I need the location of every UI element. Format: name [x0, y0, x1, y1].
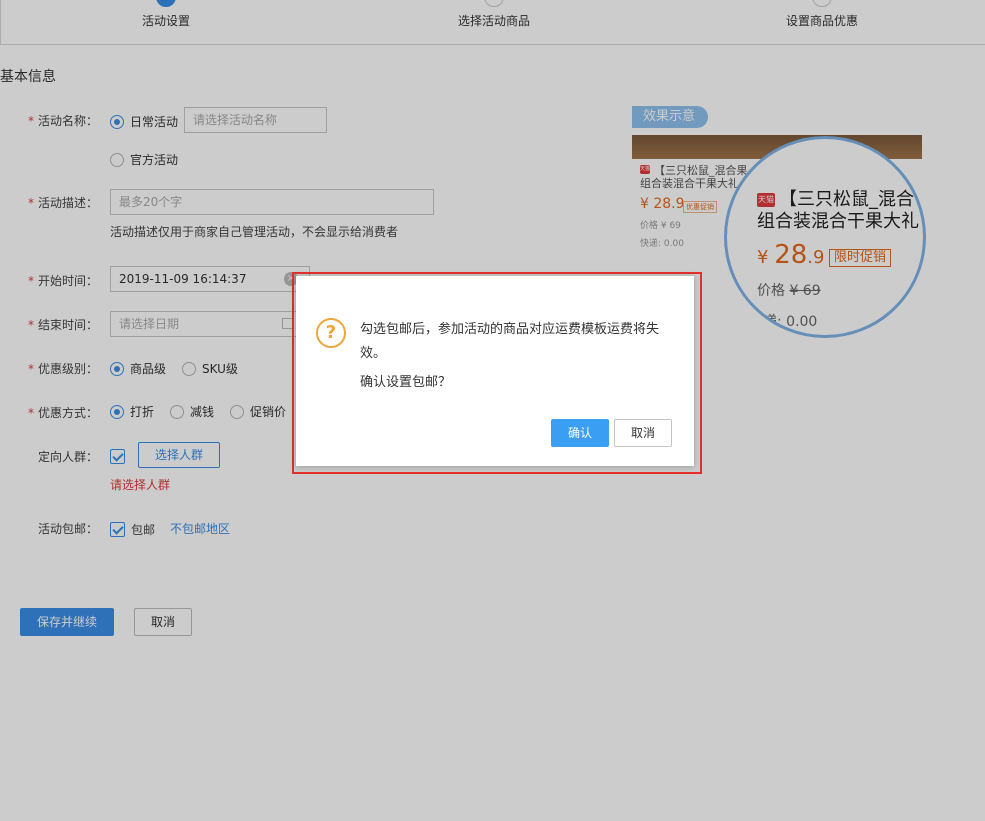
question-icon: ? [316, 318, 346, 348]
dialog-cancel-button[interactable]: 取消 [614, 419, 672, 447]
confirm-dialog: ? 勾选包邮后，参加活动的商品对应运费模板运费将失效。 确认设置包邮？ 确认 取… [296, 276, 694, 466]
dialog-confirm-button[interactable]: 确认 [551, 419, 609, 447]
dialog-question: 确认设置包邮？ [360, 375, 452, 390]
dialog-message: 勾选包邮后，参加活动的商品对应运费模板运费将失效。 [360, 322, 660, 361]
